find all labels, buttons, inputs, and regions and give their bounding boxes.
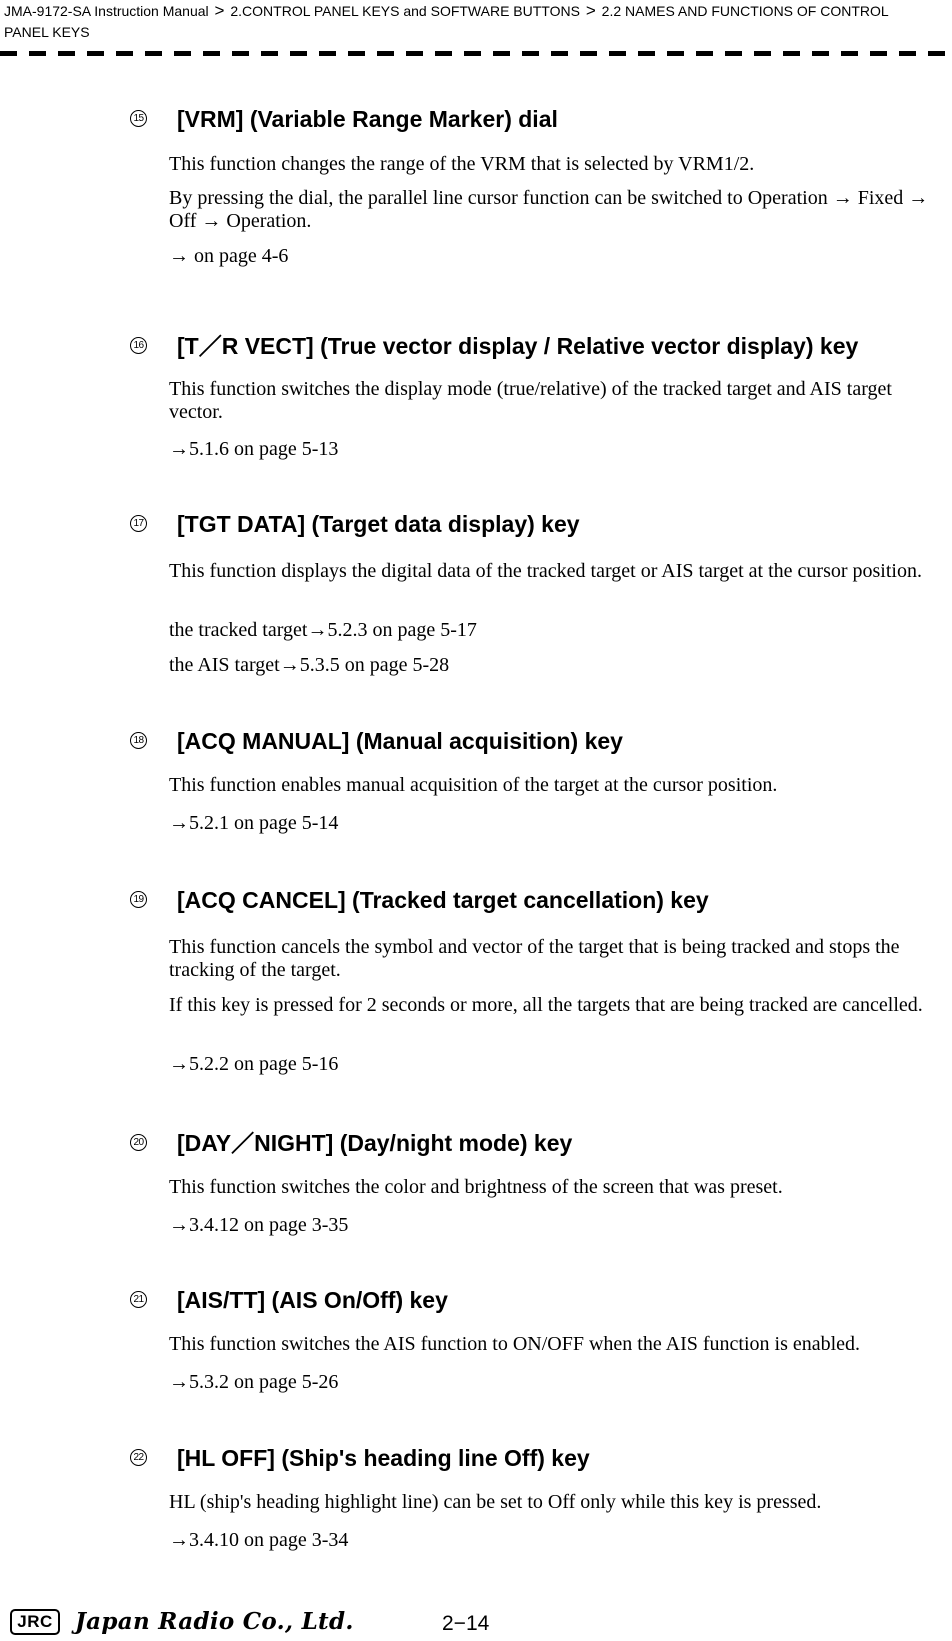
section-title: [ACQ MANUAL] (Manual acquisition) key [177,728,623,754]
section-heading: 15 [VRM] (Variable Range Marker) dial [0,105,952,135]
circled-number-icon: 19 [130,891,147,908]
circled-number-icon: 17 [130,515,147,532]
circled-number-icon: 16 [130,337,147,354]
paragraph: This function switches the color and bri… [169,1176,783,1198]
section-title: [ACQ CANCEL] (Tracked target cancellatio… [177,887,709,913]
section-heading: 16 [T／R VECT] (True vector display / Rel… [0,332,952,362]
page-footer: JRC Japan Radio Co., Ltd. 2−14 [0,1605,952,1641]
paragraph: This function enables manual acquisition… [169,774,778,796]
circled-number-icon: 15 [130,110,147,127]
paragraph: By pressing the dial, the parallel line … [169,187,929,232]
circled-number-icon: 22 [130,1449,147,1466]
page-reference-link[interactable]: the tracked target→5.2.3 on page 5-17 [169,619,477,642]
page-reference-link[interactable]: → on page 4-6 [169,245,288,268]
paragraph: If this key is pressed for 2 seconds or … [169,994,923,1016]
breadcrumb-separator: > [585,1,596,20]
paragraph: HL (ship's heading highlight line) can b… [169,1491,822,1513]
section-heading: 21 [AIS/TT] (AIS On/Off) key [0,1286,952,1316]
section-heading: 20 [DAY／NIGHT] (Day/night mode) key [0,1129,952,1159]
section-title: [DAY／NIGHT] (Day/night mode) key [177,1130,573,1156]
dashed-divider [0,51,952,56]
page-reference-link[interactable]: →5.3.2 on page 5-26 [169,1371,338,1394]
circled-number-icon: 21 [130,1291,147,1308]
paragraph: This function cancels the symbol and vec… [169,936,900,981]
jrc-logo-icon: JRC [10,1609,60,1635]
section-title: [VRM] (Variable Range Marker) dial [177,106,558,132]
breadcrumb-item-manual[interactable]: JMA-9172-SA Instruction Manual [4,3,209,19]
section-title: [T／R VECT] (True vector display / Relati… [177,333,859,359]
paragraph: This function changes the range of the V… [169,153,755,175]
breadcrumb: JMA-9172-SA Instruction Manual > 2.CONTR… [4,0,904,43]
page-number: 2−14 [442,1612,490,1635]
section-heading: 18 [ACQ MANUAL] (Manual acquisition) key [0,727,952,757]
circled-number-icon: 18 [130,732,147,749]
section-title: [AIS/TT] (AIS On/Off) key [177,1287,448,1313]
breadcrumb-separator: > [214,1,225,20]
paragraph: This function switches the display mode … [169,378,892,423]
breadcrumb-item-chapter[interactable]: 2.CONTROL PANEL KEYS and SOFTWARE BUTTON… [230,3,580,19]
circled-number-icon: 20 [130,1134,147,1151]
section-title: [TGT DATA] (Target data display) key [177,511,580,537]
page-reference-link[interactable]: →3.4.10 on page 3-34 [169,1529,348,1552]
page-reference-link[interactable]: →5.2.2 on page 5-16 [169,1053,338,1076]
page-reference-link[interactable]: →3.4.12 on page 3-35 [169,1214,348,1237]
section-heading: 22 [HL OFF] (Ship's heading line Off) ke… [0,1444,952,1474]
section-heading: 19 [ACQ CANCEL] (Tracked target cancella… [0,886,952,916]
page-reference-link[interactable]: the AIS target→5.3.5 on page 5-28 [169,654,449,677]
page-reference-link[interactable]: →5.2.1 on page 5-14 [169,812,338,835]
section-title: [HL OFF] (Ship's heading line Off) key [177,1445,590,1471]
page-reference-link[interactable]: →5.1.6 on page 5-13 [169,438,338,461]
company-logotype: Japan Radio Co., Ltd. [75,1608,354,1635]
paragraph: This function switches the AIS function … [169,1333,861,1355]
paragraph: This function displays the digital data … [169,560,922,582]
section-heading: 17 [TGT DATA] (Target data display) key [0,510,952,540]
